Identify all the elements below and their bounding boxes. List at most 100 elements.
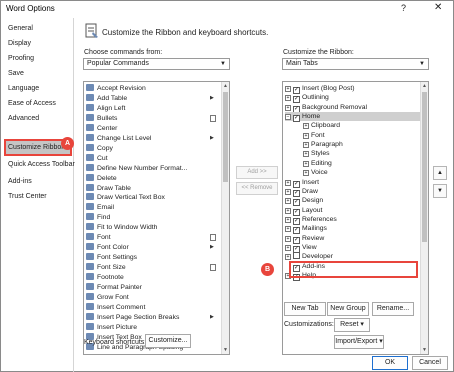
ribbon-tab-item[interactable]: + ✓ Insert [285,178,319,188]
ribbon-group-item[interactable]: + Paragraph [303,140,343,149]
ribbon-tab-item[interactable]: + ✓ Draw [285,187,318,197]
scroll-up-icon[interactable]: ▲ [422,83,427,89]
command-list-item[interactable]: Draw Vertical Text Box [86,193,165,202]
ribbon-group-item[interactable]: + Clipboard [303,121,340,130]
command-list-item[interactable]: Delete [86,173,117,183]
expand-icon[interactable]: + [303,151,309,158]
new-tab-button[interactable]: New Tab [284,302,326,316]
sidebar-item-language[interactable]: Language [8,85,39,92]
ribbon-tab-item[interactable]: + ✓ Review [285,234,324,244]
sidebar-item-display[interactable]: Display [8,40,31,47]
command-list-item[interactable]: Copy [86,143,113,153]
expand-icon[interactable]: + [285,104,291,111]
scroll-thumb[interactable] [223,92,228,182]
remove-button[interactable]: << Remove [236,182,278,195]
sidebar-item-advanced[interactable]: Advanced [8,115,39,122]
tab-checkbox[interactable]: ✓ [293,115,300,123]
command-list-item[interactable]: Font Settings [86,253,137,262]
move-up-button[interactable]: ▲ [433,166,447,180]
expand-icon[interactable]: + [285,226,291,233]
sidebar-item-quick-access-toolbar[interactable]: Quick Access Toolbar [8,161,75,168]
expand-icon[interactable]: + [285,86,291,92]
command-list-item[interactable]: Font Size [86,263,216,272]
ribbon-tab-item[interactable]: − ✓ Home [285,112,320,123]
expand-icon[interactable]: + [285,188,291,195]
ribbon-tree-scrollbar[interactable]: ▲ ▼ [420,82,428,354]
command-list-item[interactable]: Insert Comment [86,302,145,312]
expand-icon[interactable]: + [303,123,309,130]
expand-icon[interactable]: + [285,95,291,102]
ribbon-tab-item[interactable]: + ✓ Background Removal [285,103,367,113]
add-button[interactable]: Add >> [236,166,278,179]
command-list-item[interactable]: Add Table ▶ [86,93,214,103]
customize-keyboard-button[interactable]: Customize... [145,334,191,348]
customize-ribbon-dropdown[interactable]: Main Tabs ▼ [282,58,429,70]
command-list-item[interactable]: Find [86,213,110,222]
expand-icon[interactable]: + [285,198,291,205]
ribbon-tab-item[interactable]: + ✓ Design [285,196,323,207]
expand-icon[interactable]: + [285,216,291,223]
commands-scrollbar[interactable]: ▲ ▼ [221,82,229,354]
rename-button[interactable]: Rename... [372,302,414,316]
expand-icon[interactable]: + [303,132,309,139]
expand-icon[interactable]: + [285,235,291,242]
new-group-button[interactable]: New Group [327,302,369,316]
command-list-item[interactable]: Insert Page Section Breaks ▶ [86,312,214,322]
expand-icon[interactable]: + [303,142,309,149]
command-list-item[interactable]: Align Left [86,103,125,113]
expand-icon[interactable]: + [303,170,309,177]
scroll-thumb[interactable] [422,92,427,242]
expand-icon[interactable]: + [285,254,291,261]
ribbon-group-item[interactable]: + Font [303,131,325,140]
command-list-item[interactable]: Accept Revision [86,84,146,93]
close-icon[interactable]: ✕ [434,2,442,13]
ok-button[interactable]: OK [372,356,408,370]
command-list-item[interactable]: Define New Number Format... [86,163,187,173]
ribbon-group-item[interactable]: + Voice [303,168,328,177]
sidebar-item-proofing[interactable]: Proofing [8,55,34,62]
expand-icon[interactable]: + [285,244,291,251]
cancel-button[interactable]: Cancel [412,356,448,370]
ribbon-tab-item[interactable]: + ✓ Insert (Blog Post) [285,84,355,94]
command-list-item[interactable]: Center [86,123,117,133]
command-list-item[interactable]: Footnote [86,273,124,282]
sidebar-item-add-ins[interactable]: Add-ins [8,178,32,185]
command-list-item[interactable]: Draw Table [86,183,131,193]
commands-list[interactable]: Accept Revision Add Table ▶ Align Left Bulle… [83,81,230,355]
help-icon[interactable]: ? [401,3,406,13]
expand-icon[interactable]: + [285,179,291,186]
ribbon-tab-item[interactable]: + ✓ Mailings [285,224,327,235]
ribbon-tab-item[interactable]: + ✓ Layout [285,206,322,216]
command-list-item[interactable]: Font [86,233,216,242]
ribbon-group-item[interactable]: + Editing [303,159,332,168]
collapse-icon[interactable]: − [285,114,291,121]
expand-icon[interactable]: + [303,160,309,167]
sidebar-item-save[interactable]: Save [8,70,24,77]
command-list-item[interactable]: Bullets [86,113,216,123]
ribbon-tab-item[interactable]: + Developer [285,252,333,261]
move-down-button[interactable]: ▼ [433,184,447,198]
expand-icon[interactable]: + [285,207,291,214]
choose-commands-dropdown[interactable]: Popular Commands ▼ [83,58,230,70]
ribbon-group-item[interactable]: + Styles [303,149,330,158]
command-list-item[interactable]: Fit to Window Width [86,223,157,232]
scroll-up-icon[interactable]: ▲ [223,83,228,89]
command-list-item[interactable]: Email [86,203,114,212]
command-list-item[interactable]: Insert Picture [86,322,137,332]
command-list-item[interactable]: Format Painter [86,283,142,292]
sidebar-item-trust-center[interactable]: Trust Center [8,193,47,200]
scroll-down-icon[interactable]: ▼ [422,347,427,353]
command-list-item[interactable]: Font Color ▶ [86,243,214,252]
command-list-item[interactable]: Cut [86,153,108,163]
sidebar-item-customize-ribbon[interactable]: Customize Ribbon [8,144,65,151]
ribbon-tab-item[interactable]: + ✓ Outlining [285,93,329,104]
import-export-button[interactable]: Import/Export ▾ [334,335,384,349]
ribbon-tab-item[interactable]: + ✓ References [285,215,337,225]
reset-button[interactable]: Reset ▾ [334,318,370,332]
tab-checkbox[interactable] [293,252,300,260]
command-list-item[interactable]: Change List Level ▶ [86,133,214,143]
scroll-down-icon[interactable]: ▼ [223,347,228,353]
ribbon-tab-item[interactable]: + ✓ View [285,243,317,253]
sidebar-item-general[interactable]: General [8,25,33,32]
command-list-item[interactable]: Grow Font [86,292,129,302]
